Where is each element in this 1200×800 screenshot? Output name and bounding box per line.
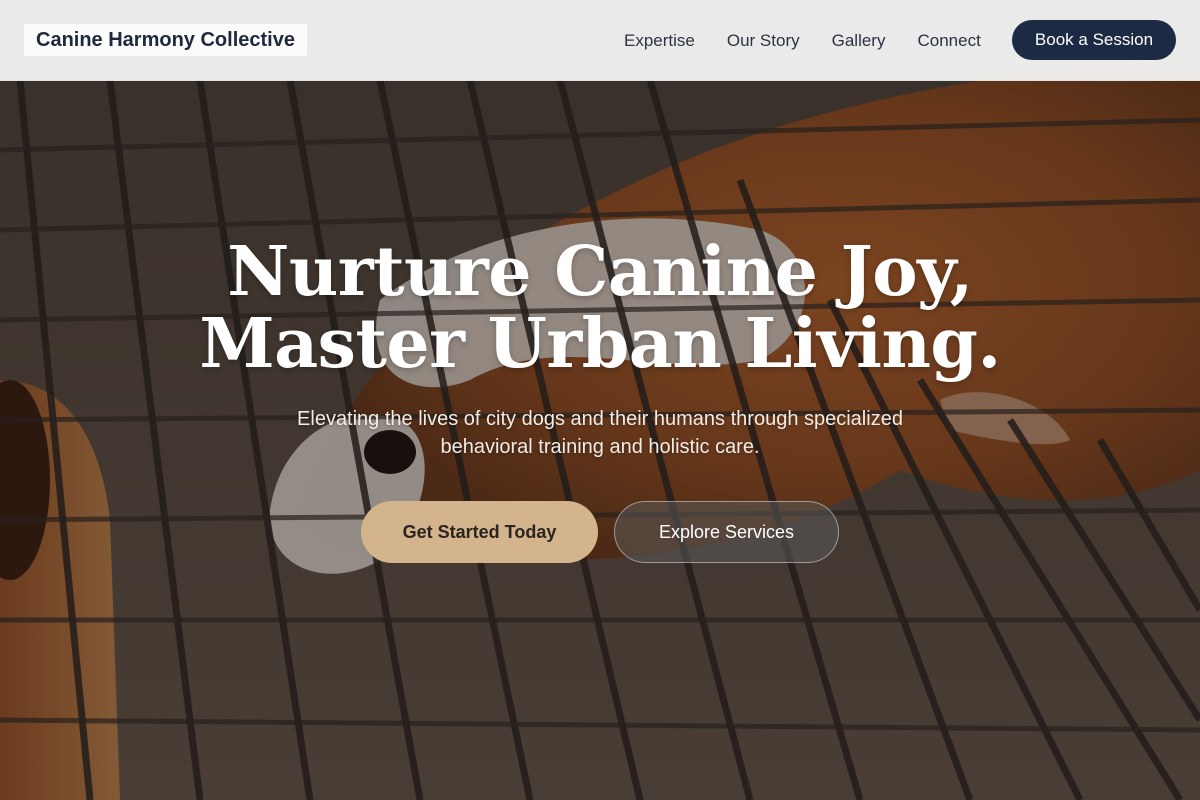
nav-link-connect[interactable]: Connect	[917, 31, 980, 51]
explore-services-button[interactable]: Explore Services	[614, 501, 839, 563]
nav-link-expertise[interactable]: Expertise	[624, 31, 695, 51]
top-navbar: Canine Harmony Collective Expertise Our …	[0, 0, 1200, 81]
book-session-button[interactable]: Book a Session	[1012, 20, 1176, 60]
hero-subtitle: Elevating the lives of city dogs and the…	[260, 405, 940, 461]
brand-logo[interactable]: Canine Harmony Collective	[24, 24, 307, 56]
get-started-button[interactable]: Get Started Today	[361, 501, 598, 563]
nav-link-gallery[interactable]: Gallery	[832, 31, 886, 51]
hero-title-line-1: Nurture Canine Joy,	[227, 232, 973, 312]
nav-links: Expertise Our Story Gallery Connect	[608, 0, 997, 81]
hero-subtitle-line-2: behavioral training and holistic care.	[440, 436, 760, 458]
hero-title: Nurture Canine Joy, Master Urban Living.	[100, 236, 1100, 380]
nav-link-our-story[interactable]: Our Story	[727, 31, 800, 51]
landing-page: Canine Harmony Collective Expertise Our …	[0, 0, 1200, 800]
hero-dark-overlay	[0, 0, 1200, 800]
hero-subtitle-line-1: Elevating the lives of city dogs and the…	[297, 408, 903, 430]
hero-title-line-2: Master Urban Living.	[199, 304, 1001, 384]
